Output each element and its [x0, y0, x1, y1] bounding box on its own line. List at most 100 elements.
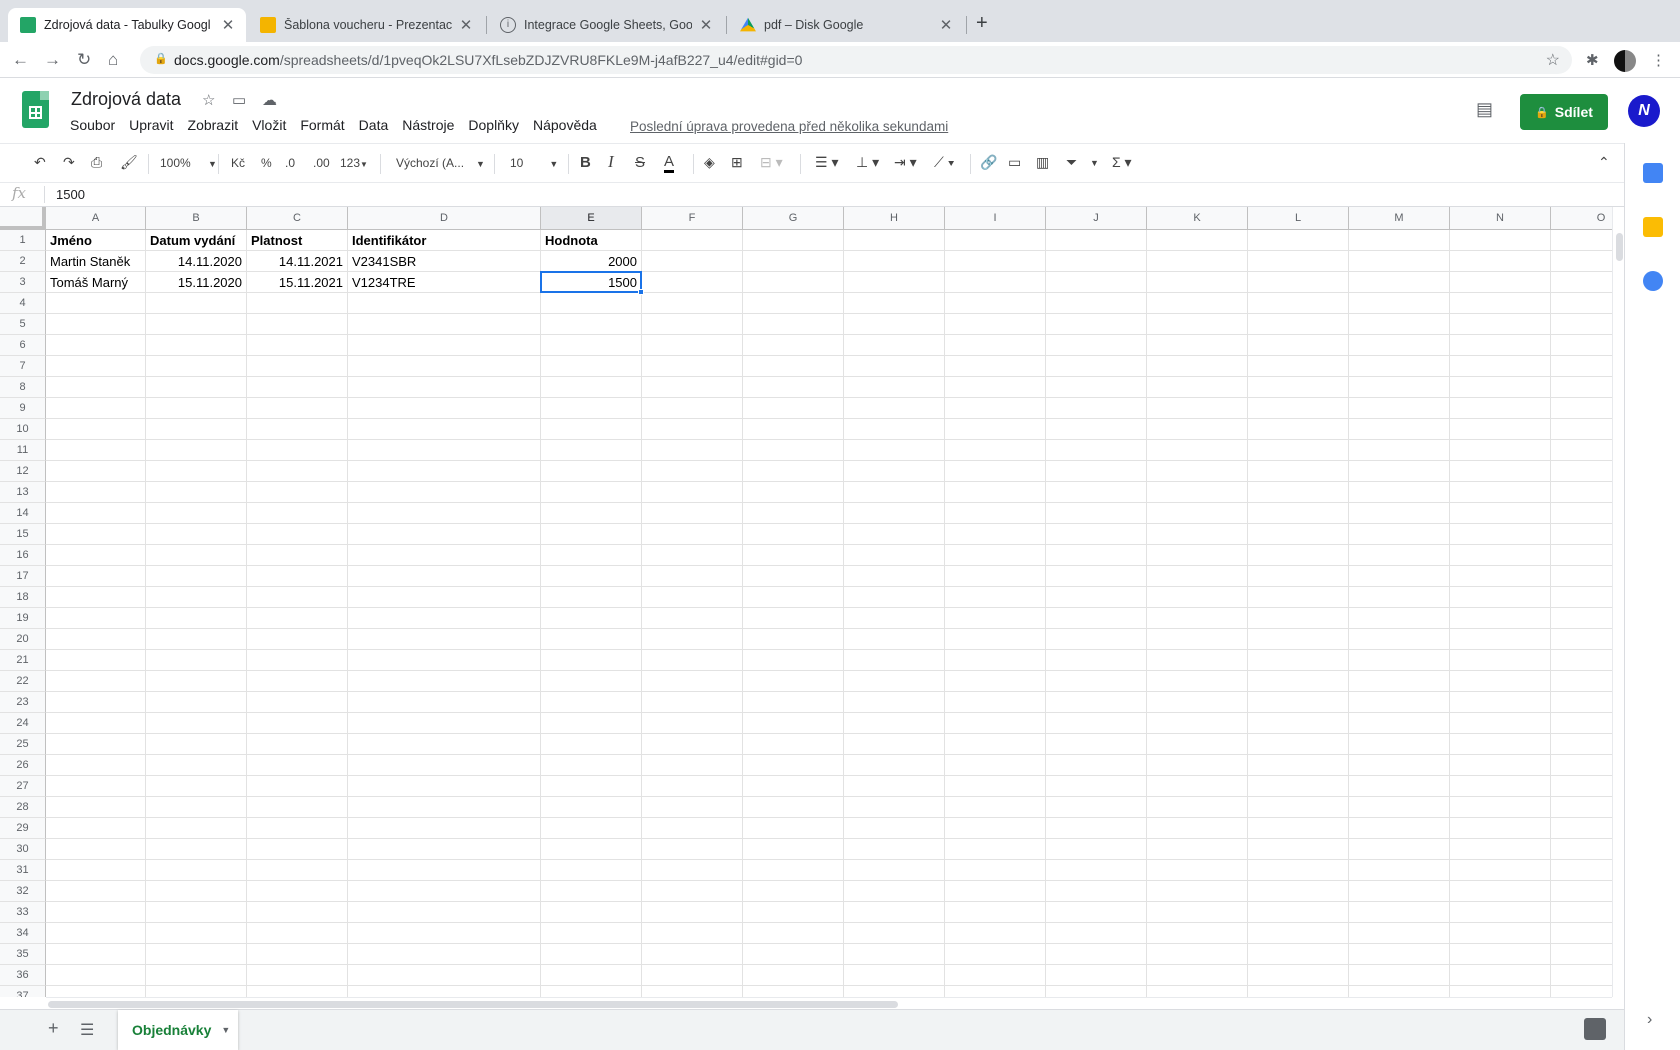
redo-icon[interactable]: ↷ [63, 154, 75, 171]
menu-tools[interactable]: Nástroje [395, 117, 461, 133]
data-cell[interactable]: V2341SBR [348, 251, 540, 272]
text-color-icon[interactable]: A [664, 154, 675, 173]
new-tab-icon[interactable]: + [976, 12, 988, 35]
fill-handle[interactable] [638, 289, 644, 295]
reload-icon[interactable]: ↻ [77, 50, 91, 70]
row-header[interactable]: 16 [0, 545, 46, 566]
filter-views-chevron-icon[interactable]: ▼ [1090, 158, 1099, 168]
home-icon[interactable]: ⌂ [108, 50, 118, 70]
close-icon[interactable]: ✕ [220, 16, 236, 34]
back-icon[interactable]: ← [12, 50, 29, 70]
chevron-right-icon[interactable]: › [1647, 1011, 1652, 1029]
menu-help[interactable]: Nápověda [526, 117, 604, 133]
document-title[interactable]: Zdrojová data [71, 89, 181, 110]
undo-icon[interactable]: ↶ [34, 154, 46, 171]
header-cell[interactable]: Hodnota [541, 230, 641, 251]
row-header[interactable]: 15 [0, 524, 46, 545]
extensions-icon[interactable]: ✱ [1586, 51, 1599, 69]
explore-icon[interactable] [1584, 1018, 1606, 1040]
row-header[interactable]: 1 [0, 230, 46, 251]
row-header[interactable]: 30 [0, 839, 46, 860]
row-header[interactable]: 13 [0, 482, 46, 503]
comment-history-icon[interactable]: ▤ [1476, 99, 1493, 120]
column-header-l[interactable]: L [1248, 207, 1349, 230]
row-header[interactable]: 26 [0, 755, 46, 776]
tasks-icon[interactable] [1643, 271, 1663, 291]
browser-tab-sheets[interactable]: Zdrojová data - Tabulky Googl ✕ [8, 8, 246, 42]
row-header[interactable]: 25 [0, 734, 46, 755]
profile-avatar[interactable] [1614, 50, 1636, 72]
row-header[interactable]: 8 [0, 377, 46, 398]
borders-icon[interactable]: ⊞ [731, 154, 743, 171]
star-icon[interactable]: ☆ [202, 91, 215, 109]
column-header-i[interactable]: I [945, 207, 1046, 230]
vertical-scrollbar[interactable] [1612, 207, 1624, 997]
row-header[interactable]: 34 [0, 923, 46, 944]
more-formats-button[interactable]: 123▼ [340, 156, 368, 170]
column-header-d[interactable]: D [348, 207, 541, 230]
row-header[interactable]: 2 [0, 251, 46, 272]
data-cell[interactable]: 15.11.2021 [247, 272, 347, 293]
scroll-thumb[interactable] [1616, 233, 1623, 261]
menu-kebab-icon[interactable]: ⋮ [1651, 51, 1666, 69]
strikethrough-icon[interactable]: S [635, 154, 645, 171]
row-header[interactable]: 32 [0, 881, 46, 902]
close-icon[interactable]: ✕ [458, 16, 474, 34]
text-rotation-icon[interactable]: ⟋ ▾ [934, 154, 955, 171]
column-header-h[interactable]: H [844, 207, 945, 230]
row-header[interactable]: 3 [0, 272, 46, 293]
menu-format[interactable]: Formát [293, 117, 351, 133]
menu-edit[interactable]: Upravit [122, 117, 180, 133]
horizontal-scrollbar[interactable] [46, 997, 1612, 1009]
close-icon[interactable]: ✕ [938, 16, 954, 34]
decrease-decimal-button[interactable]: .0 [285, 156, 295, 170]
move-folder-icon[interactable]: ▭ [232, 91, 246, 109]
row-header[interactable]: 37 [0, 986, 46, 997]
formula-input[interactable]: 1500 [56, 187, 85, 202]
spreadsheet-grid[interactable]: A B C D E F G H I J K L M N O 1 2 3 4 5 6 7 8 9 10 11 12 13 14 15 16 17… [0, 207, 1624, 997]
header-cell[interactable]: Platnost [247, 230, 347, 251]
row-header[interactable]: 23 [0, 692, 46, 713]
header-cell[interactable]: Jméno [46, 230, 145, 251]
bold-icon[interactable]: B [580, 154, 591, 171]
column-header-j[interactable]: J [1046, 207, 1147, 230]
fill-color-icon[interactable]: ◈ [704, 154, 715, 171]
column-header-a[interactable]: A [46, 207, 146, 230]
column-header-f[interactable]: F [642, 207, 743, 230]
row-header[interactable]: 29 [0, 818, 46, 839]
row-header[interactable]: 22 [0, 671, 46, 692]
insert-link-icon[interactable]: 🔗 [980, 154, 997, 171]
data-cell[interactable]: 14.11.2021 [247, 251, 347, 272]
column-header-c[interactable]: C [247, 207, 348, 230]
row-header[interactable]: 10 [0, 419, 46, 440]
font-size-select[interactable]: 10 ▼ [510, 156, 558, 170]
row-header[interactable]: 4 [0, 293, 46, 314]
row-header[interactable]: 5 [0, 314, 46, 335]
menu-view[interactable]: Zobrazit [181, 117, 246, 133]
add-sheet-icon[interactable]: + [48, 1018, 59, 1039]
account-avatar[interactable]: N [1628, 95, 1660, 127]
percent-format-button[interactable]: % [261, 156, 272, 170]
row-header[interactable]: 18 [0, 587, 46, 608]
column-header-k[interactable]: K [1147, 207, 1248, 230]
row-header[interactable]: 12 [0, 461, 46, 482]
column-header-n[interactable]: N [1450, 207, 1551, 230]
zoom-select[interactable]: 100% ▼ [160, 156, 217, 170]
row-header[interactable]: 31 [0, 860, 46, 881]
cloud-status-icon[interactable]: ☁ [262, 91, 277, 109]
row-header[interactable]: 27 [0, 776, 46, 797]
paint-format-icon[interactable]: 🖌 [120, 154, 138, 171]
keep-icon[interactable] [1643, 217, 1663, 237]
sheets-logo-icon[interactable] [22, 91, 49, 128]
sheet-tab-active[interactable]: Objednávky ▼ [118, 1010, 238, 1050]
menu-file[interactable]: Soubor [63, 117, 122, 133]
text-wrapping-icon[interactable]: ⇥ ▾ [894, 154, 917, 171]
forward-icon[interactable]: → [44, 50, 61, 70]
row-header[interactable]: 11 [0, 440, 46, 461]
row-header[interactable]: 6 [0, 335, 46, 356]
row-header[interactable]: 9 [0, 398, 46, 419]
horizontal-align-icon[interactable]: ☰ ▾ [815, 154, 838, 171]
browser-tab-integrace[interactable]: i Integrace Google Sheets, Goo ✕ [488, 8, 724, 42]
browser-tab-slides[interactable]: Šablona voucheru - Prezentac ✕ [248, 8, 484, 42]
last-edit-link[interactable]: Poslední úprava provedena před několika … [630, 119, 948, 134]
